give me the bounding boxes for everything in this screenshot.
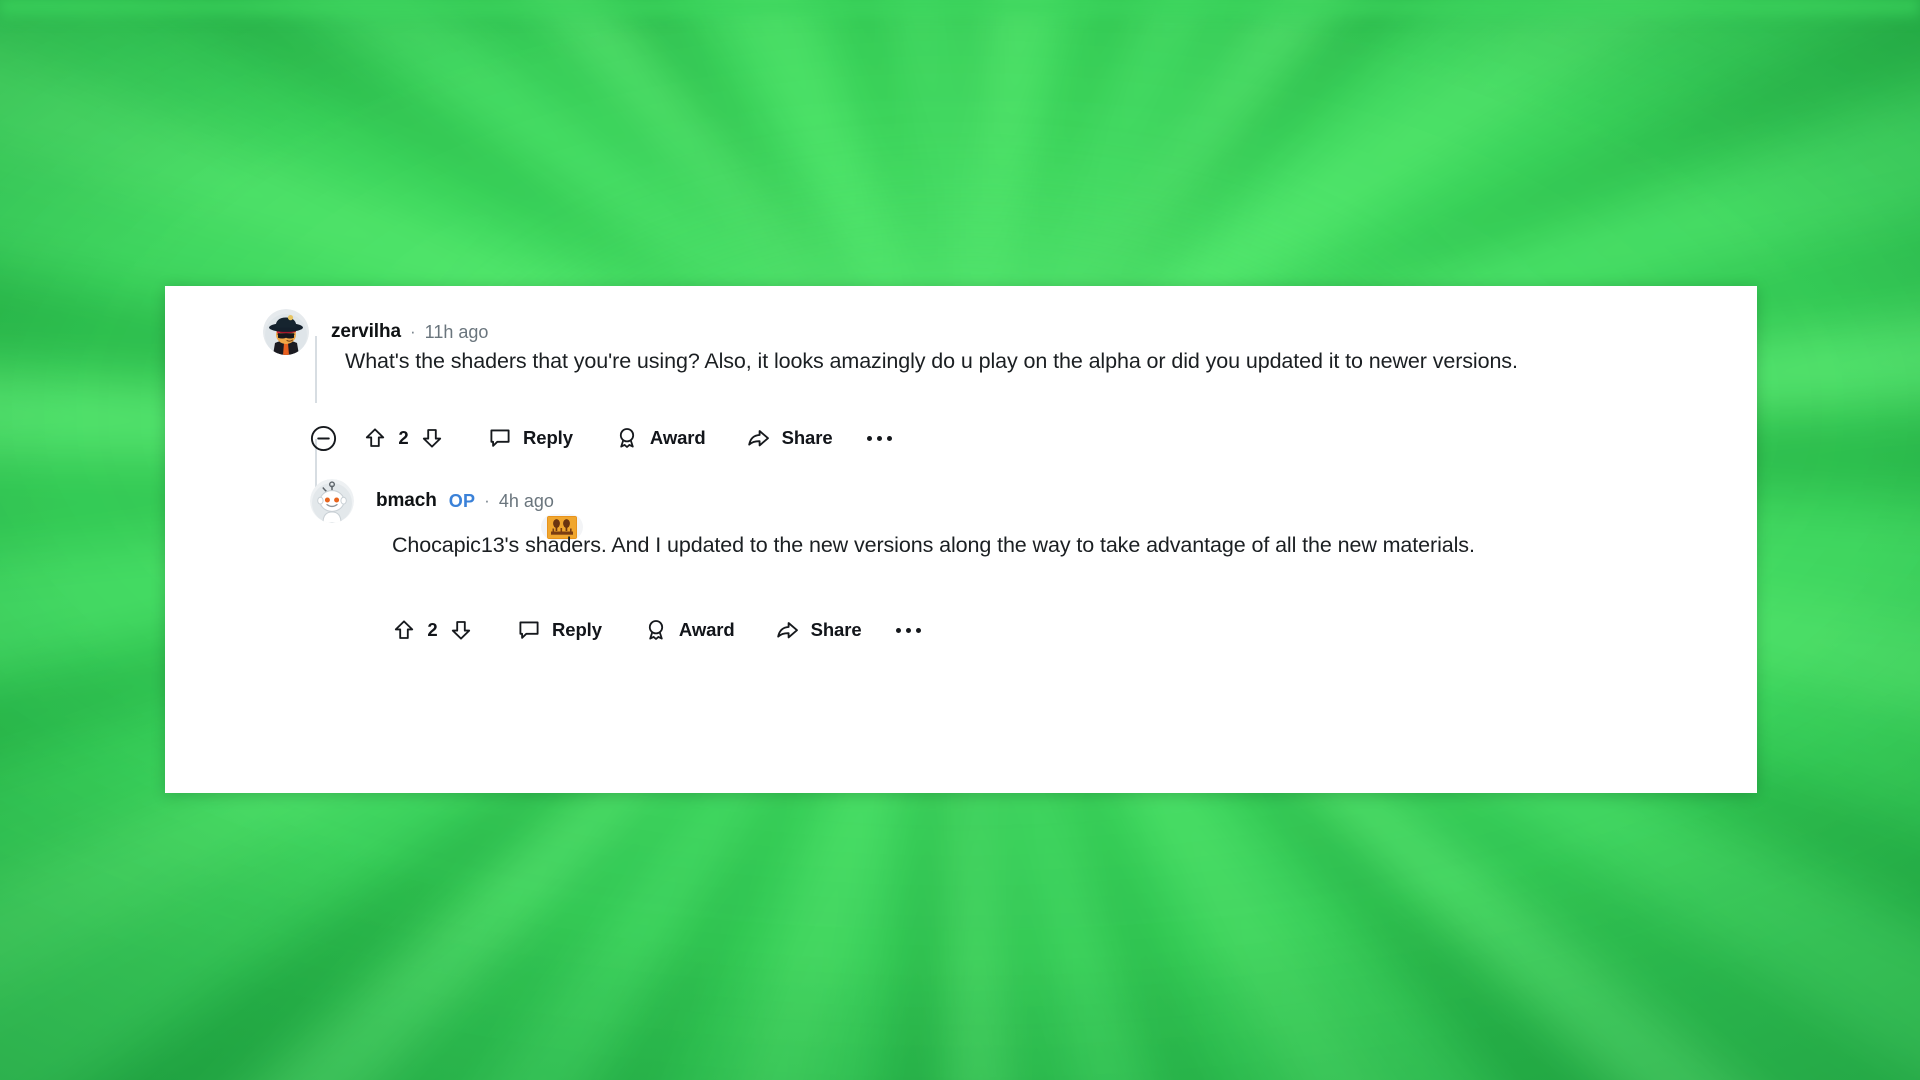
background-top-band	[0, 0, 1920, 22]
vote-group: 2	[392, 618, 473, 642]
reply-label: Reply	[523, 427, 573, 448]
reply-button[interactable]: Reply	[488, 426, 573, 450]
award-button[interactable]: Award	[615, 426, 706, 450]
award-label: Award	[678, 619, 735, 640]
reply-button[interactable]: Reply	[517, 618, 602, 642]
collapse-thread-button[interactable]	[310, 425, 337, 452]
award-ribbon-icon	[615, 426, 639, 450]
meta-separator: ·	[484, 491, 490, 510]
comment-header-bmach: bmach OP · 4h ago	[310, 479, 554, 523]
downvote-arrow-icon[interactable]	[449, 618, 473, 642]
share-arrow-icon	[775, 618, 800, 643]
comment-bubble-icon	[517, 618, 541, 642]
vote-group: 2	[363, 426, 444, 450]
vote-score: 2	[427, 619, 438, 640]
avatar-zervilha[interactable]	[263, 309, 309, 355]
comment-bubble-icon	[488, 426, 512, 450]
award-button[interactable]: Award	[644, 618, 735, 642]
more-options-icon[interactable]	[866, 435, 892, 441]
comment-body-zervilha: What's the shaders that you're using? Al…	[345, 349, 1518, 373]
upvote-arrow-icon[interactable]	[363, 426, 387, 450]
op-badge: OP	[448, 490, 476, 511]
comment-timestamp: 11h ago	[424, 321, 489, 342]
comment-actions-zervilha: 2 Reply Award Share	[310, 422, 892, 454]
vote-score: 2	[398, 427, 409, 448]
share-label: Share	[781, 427, 833, 448]
downvote-arrow-icon[interactable]	[420, 426, 444, 450]
award-label: Award	[649, 427, 706, 448]
more-options-icon[interactable]	[895, 627, 921, 633]
reply-label: Reply	[552, 619, 602, 640]
comment-timestamp: 4h ago	[498, 490, 554, 511]
share-button[interactable]: Share	[775, 618, 862, 643]
comment-author-name[interactable]: zervilha	[331, 321, 401, 343]
share-label: Share	[810, 619, 862, 640]
comment-author-name[interactable]: bmach	[376, 490, 437, 512]
share-button[interactable]: Share	[746, 426, 833, 451]
upvote-arrow-icon[interactable]	[392, 618, 416, 642]
award-ribbon-icon	[644, 618, 668, 642]
meta-separator: ·	[409, 322, 416, 341]
avatar-snoo-bmach[interactable]	[310, 479, 354, 523]
comment-actions-bmach: 2 Reply Award Share	[392, 614, 921, 646]
comment-thread-card: zervilha · 11h ago What's the shaders th…	[165, 286, 1757, 793]
share-arrow-icon	[746, 426, 771, 451]
comment-body-bmach: Chocapic13's shaders. And I updated to t…	[392, 533, 1475, 557]
